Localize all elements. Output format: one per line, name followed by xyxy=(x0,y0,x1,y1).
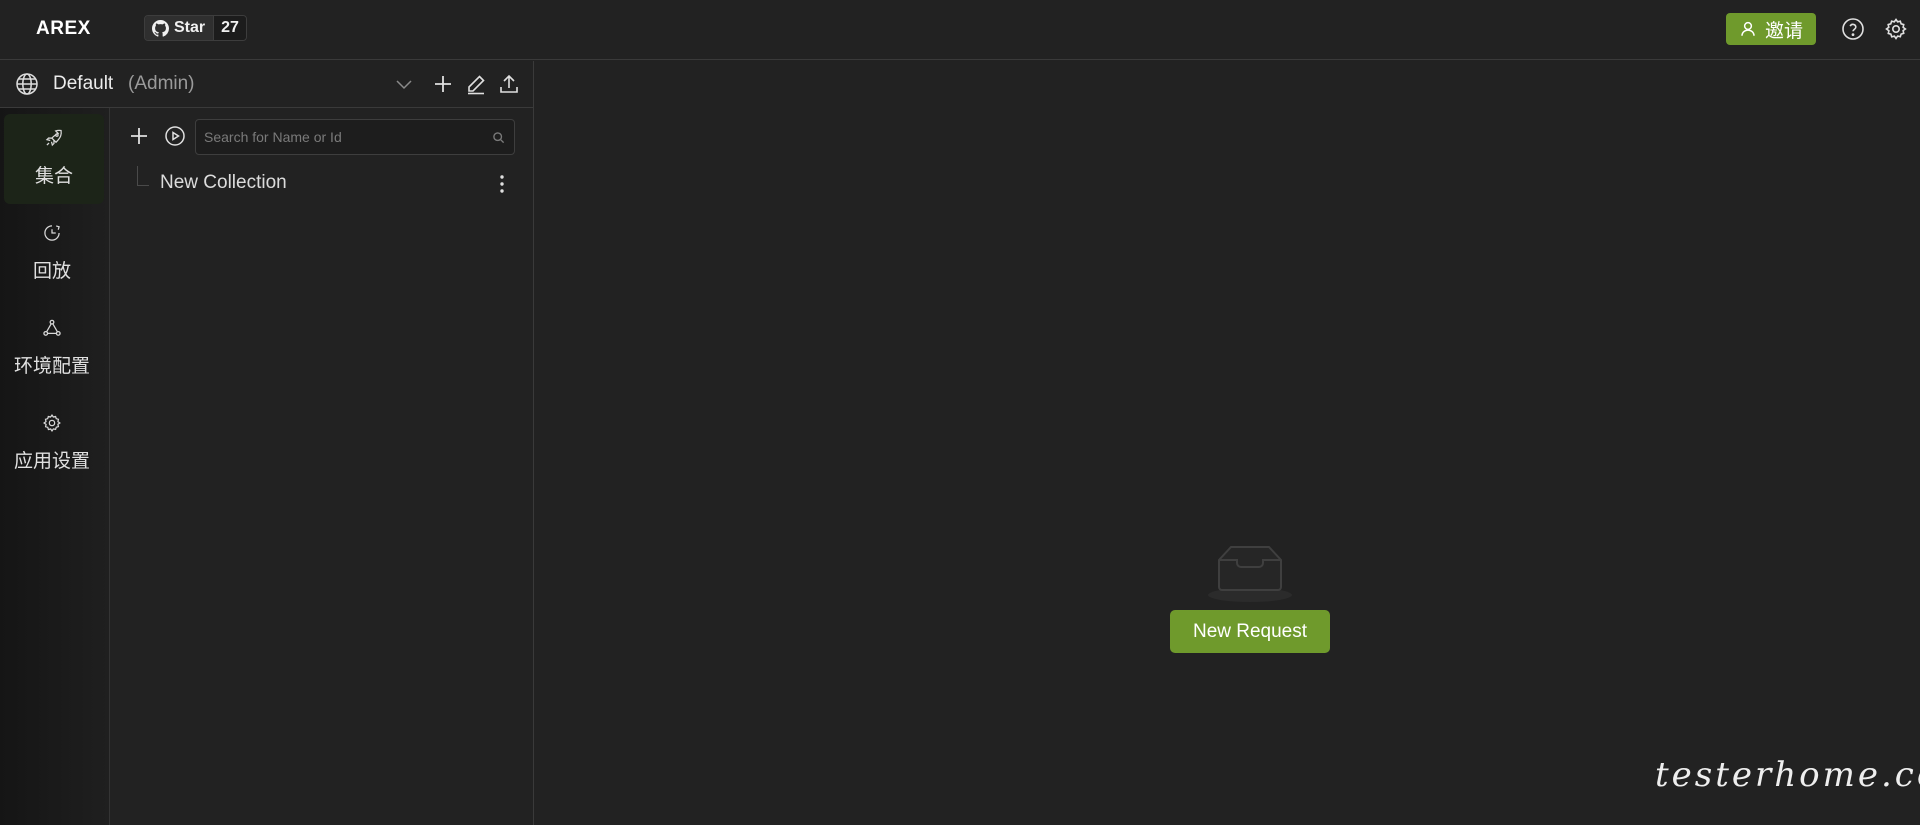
workspace-bar: Default (Admin) xyxy=(0,61,534,108)
watermark-text: testerhome.com xyxy=(1655,755,1920,795)
search-icon xyxy=(493,132,505,144)
play-circle-icon[interactable] xyxy=(163,124,187,148)
github-star-button[interactable]: Star xyxy=(145,16,214,40)
replay-clock-icon xyxy=(44,225,60,241)
tree-item-collection[interactable]: New Collection xyxy=(111,166,534,198)
empty-inbox-icon xyxy=(1208,546,1292,602)
help-icon[interactable] xyxy=(1841,17,1865,41)
collection-panel: New Collection xyxy=(111,108,534,825)
main-content: New Request xyxy=(535,61,1920,825)
nav-label: 回放 xyxy=(32,261,71,282)
workspace-role: (Admin) xyxy=(128,73,195,94)
collection-search[interactable] xyxy=(195,119,515,155)
nav-item-app-settings[interactable]: 应用设置 xyxy=(0,399,104,489)
github-star-badge[interactable]: Star 27 xyxy=(144,15,247,41)
invite-button[interactable]: 邀请 xyxy=(1726,13,1816,45)
nav-item-environment[interactable]: 环境配置 xyxy=(0,304,104,394)
edit-icon[interactable] xyxy=(464,72,488,96)
nav-item-replay[interactable]: 回放 xyxy=(0,209,104,299)
environment-icon xyxy=(43,319,61,336)
github-icon xyxy=(152,19,169,37)
invite-label: 邀请 xyxy=(1764,20,1803,42)
export-upload-icon[interactable] xyxy=(497,72,521,96)
settings-gear-icon[interactable] xyxy=(1884,17,1908,41)
nav-label: 集合 xyxy=(34,166,73,187)
nav-label: 环境配置 xyxy=(13,356,90,377)
side-nav: 集合 回放 环境配置 应用设置 xyxy=(0,108,110,825)
search-input[interactable] xyxy=(196,120,514,154)
new-request-button[interactable]: New Request xyxy=(1170,610,1330,653)
app-header: AREX Star 27 邀请 xyxy=(0,0,1920,60)
tree-connector-line xyxy=(137,166,149,186)
globe-icon xyxy=(16,73,38,95)
nav-item-collection[interactable]: 集合 xyxy=(4,114,104,204)
gear-icon xyxy=(43,414,61,433)
workspace-name[interactable]: Default xyxy=(53,73,113,95)
rocket-icon xyxy=(45,129,62,147)
github-star-label: Star xyxy=(174,19,206,36)
more-vertical-icon[interactable] xyxy=(490,172,514,196)
github-star-count[interactable]: 27 xyxy=(213,16,246,40)
add-collection-icon[interactable] xyxy=(127,124,151,148)
chevron-down-icon[interactable] xyxy=(392,72,416,96)
app-logo[interactable]: AREX xyxy=(36,18,91,40)
collection-name: New Collection xyxy=(160,172,287,193)
nav-label: 应用设置 xyxy=(13,451,90,472)
add-workspace-icon[interactable] xyxy=(431,72,455,96)
user-icon xyxy=(1741,21,1755,36)
